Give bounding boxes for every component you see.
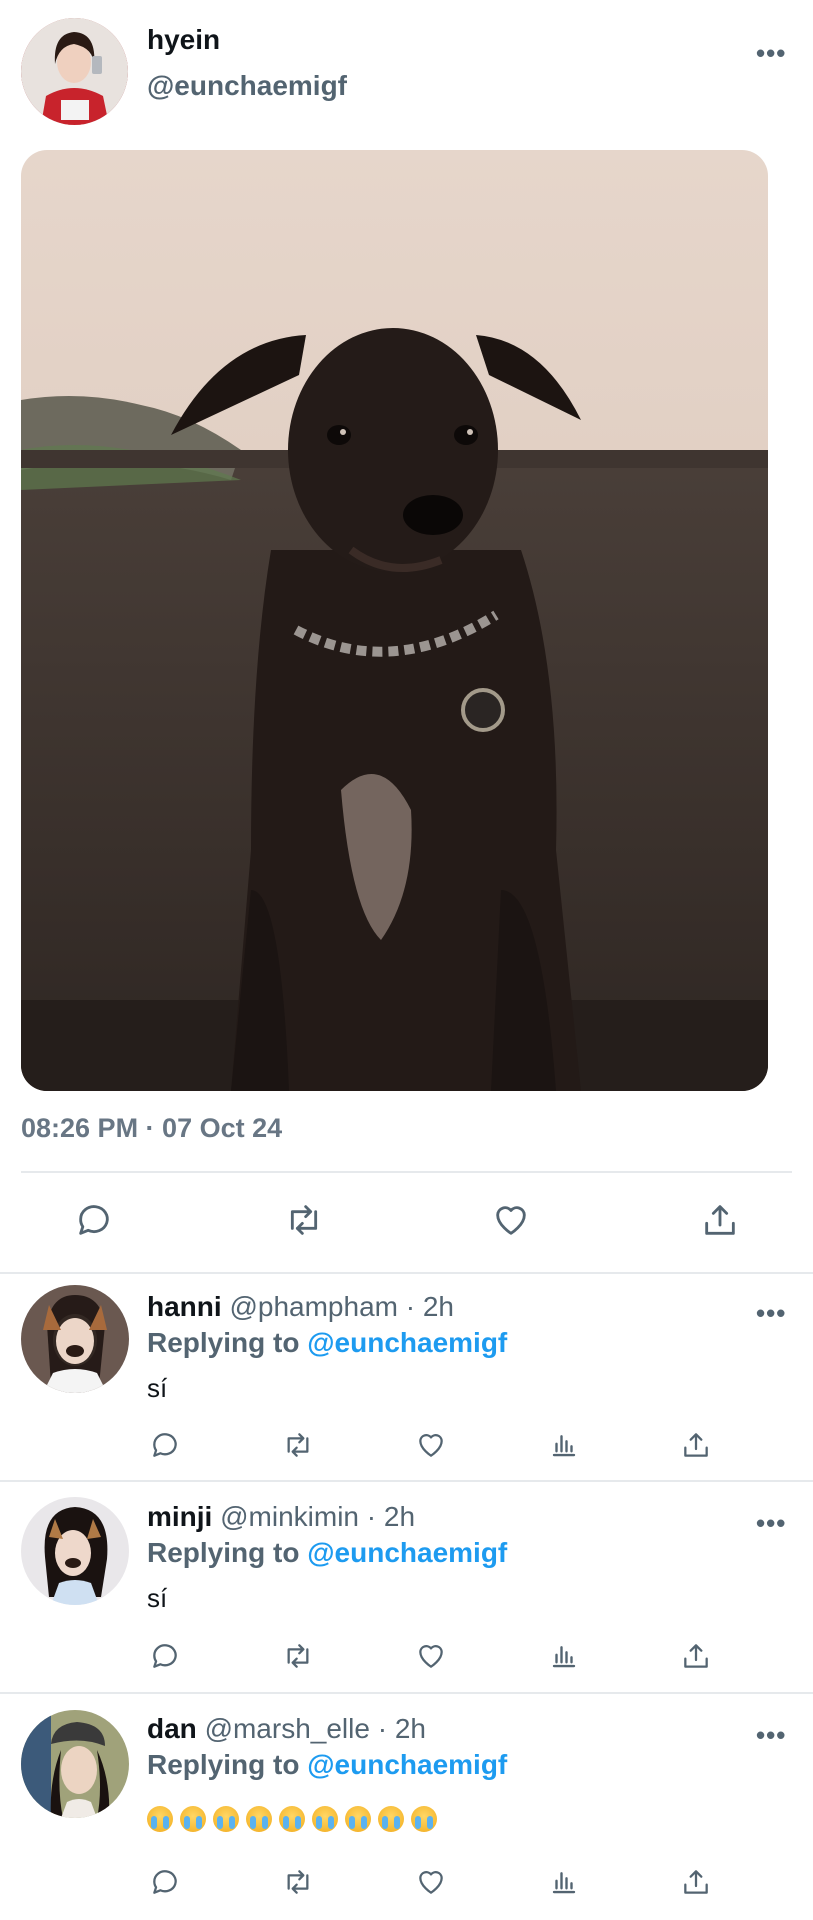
replying-to-mention[interactable]: @eunchaemigf — [307, 1327, 507, 1358]
reply-author-name[interactable]: dan — [147, 1713, 197, 1744]
reply-tweet[interactable]: dan @marsh_elle · 2h ••• Replying to @eu… — [0, 1694, 813, 1920]
retweet-icon[interactable] — [278, 1426, 318, 1464]
share-icon[interactable] — [676, 1863, 716, 1901]
views-icon[interactable] — [544, 1426, 584, 1464]
reply-time[interactable]: · 2h — [406, 1291, 454, 1322]
reply-author-handle[interactable]: @marsh_elle — [205, 1713, 370, 1744]
like-icon[interactable] — [483, 1196, 539, 1244]
reply-icon[interactable] — [66, 1196, 122, 1244]
loudly-crying-face-icon — [147, 1806, 173, 1832]
replying-to-mention[interactable]: @eunchaemigf — [307, 1749, 507, 1780]
reply-meta: minji @minkimin · 2h — [147, 1501, 415, 1533]
reply-text: sí — [147, 1373, 168, 1403]
reply-time[interactable]: · 2h — [367, 1501, 415, 1532]
reply-text: sí — [147, 1583, 168, 1613]
more-options-icon[interactable]: ••• — [756, 40, 786, 66]
views-icon[interactable] — [544, 1637, 584, 1675]
reply-icon[interactable] — [145, 1426, 185, 1464]
author-handle[interactable]: @eunchaemigf — [147, 70, 347, 102]
replying-to-label: Replying to — [147, 1327, 300, 1358]
like-icon[interactable] — [411, 1426, 451, 1464]
tweet-media-image[interactable] — [21, 150, 768, 1091]
reply-author-handle[interactable]: @minkimin — [220, 1501, 359, 1532]
replying-to: Replying to @eunchaemigf — [147, 1749, 507, 1781]
reply-icon[interactable] — [145, 1637, 185, 1675]
reply-avatar[interactable] — [21, 1497, 129, 1605]
more-options-icon[interactable]: ••• — [756, 1300, 786, 1326]
replying-to: Replying to @eunchaemigf — [147, 1537, 507, 1569]
share-icon[interactable] — [676, 1426, 716, 1464]
loudly-crying-face-icon — [312, 1806, 338, 1832]
replying-to: Replying to @eunchaemigf — [147, 1327, 507, 1359]
replying-to-label: Replying to — [147, 1537, 300, 1568]
more-options-icon[interactable]: ••• — [756, 1510, 786, 1536]
reply-meta: dan @marsh_elle · 2h — [147, 1713, 426, 1745]
share-icon[interactable] — [676, 1637, 716, 1675]
reply-time[interactable]: · 2h — [378, 1713, 426, 1744]
tweet-header: hyein @eunchaemigf ••• — [0, 0, 813, 140]
reply-avatar[interactable] — [21, 1285, 129, 1393]
reply-emoji-row — [147, 1806, 437, 1832]
reply-author-handle[interactable]: @phampham — [229, 1291, 398, 1322]
reply-icon[interactable] — [145, 1863, 185, 1901]
like-icon[interactable] — [411, 1863, 451, 1901]
retweet-icon[interactable] — [278, 1863, 318, 1901]
retweet-icon[interactable] — [276, 1196, 332, 1244]
reply-tweet[interactable]: minji @minkimin · 2h ••• Replying to @eu… — [0, 1482, 813, 1692]
replying-to-mention[interactable]: @eunchaemigf — [307, 1537, 507, 1568]
divider — [21, 1171, 792, 1173]
loudly-crying-face-icon — [180, 1806, 206, 1832]
reply-author-name[interactable]: minji — [147, 1501, 212, 1532]
loudly-crying-face-icon — [345, 1806, 371, 1832]
reply-tweet[interactable]: hanni @phampham · 2h ••• Replying to @eu… — [0, 1272, 813, 1480]
like-icon[interactable] — [411, 1637, 451, 1675]
tweet-timestamp[interactable]: 08:26 PM · 07 Oct 24 — [21, 1113, 282, 1144]
loudly-crying-face-icon — [246, 1806, 272, 1832]
reply-author-name[interactable]: hanni — [147, 1291, 222, 1322]
loudly-crying-face-icon — [213, 1806, 239, 1832]
loudly-crying-face-icon — [378, 1806, 404, 1832]
more-options-icon[interactable]: ••• — [756, 1722, 786, 1748]
replying-to-label: Replying to — [147, 1749, 300, 1780]
views-icon[interactable] — [544, 1863, 584, 1901]
share-icon[interactable] — [692, 1196, 748, 1244]
loudly-crying-face-icon — [411, 1806, 437, 1832]
loudly-crying-face-icon — [279, 1806, 305, 1832]
author-name[interactable]: hyein — [147, 24, 220, 56]
author-avatar[interactable] — [21, 18, 128, 125]
reply-avatar[interactable] — [21, 1710, 129, 1818]
retweet-icon[interactable] — [278, 1637, 318, 1675]
reply-meta: hanni @phampham · 2h — [147, 1291, 454, 1323]
